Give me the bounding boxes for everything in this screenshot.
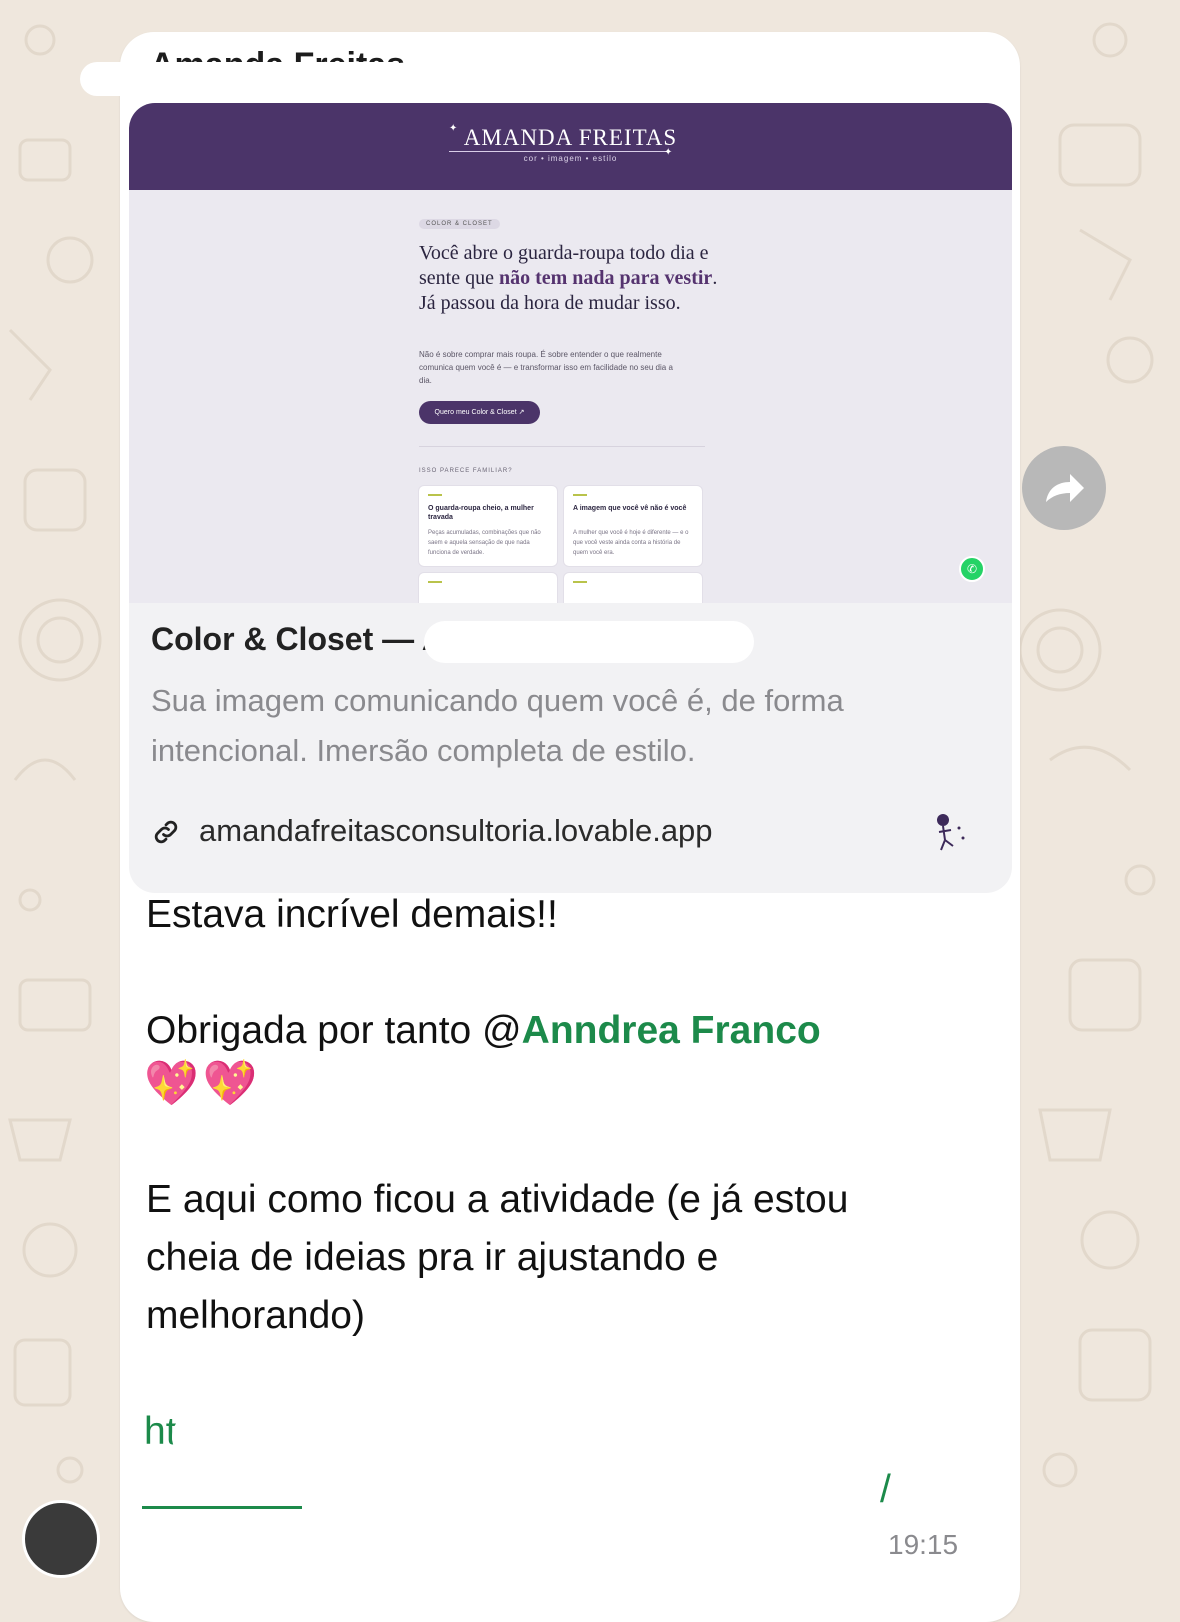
forward-icon xyxy=(1046,474,1084,502)
site-section-label: ISSO PARECE FAMILIAR? xyxy=(419,468,513,474)
message-line: Estava incrível demais!! xyxy=(146,893,558,936)
whatsapp-icon: ✆ xyxy=(959,556,985,582)
card-accent xyxy=(428,494,442,496)
link-icon xyxy=(154,820,178,844)
card-title: O guarda-roupa cheio, a mulher travada xyxy=(428,505,534,521)
site-card xyxy=(419,573,557,603)
link-underline xyxy=(142,1506,302,1509)
avatar[interactable] xyxy=(22,1500,100,1578)
site-pill-badge: COLOR & CLOSET xyxy=(419,219,500,229)
link-preview-description: Sua imagem comunicando quem você é, de f… xyxy=(151,683,844,768)
site-cta-button: Quero meu Color & Closet ↗ xyxy=(419,401,540,424)
sparkle-icon: ✦ xyxy=(449,123,458,134)
card-title: A imagem que você vê não é você xyxy=(573,505,687,512)
site-tagline: cor • imagem • estilo xyxy=(523,154,618,163)
redaction-mark xyxy=(424,621,754,663)
site-card: A imagem que você vê não é você A mulher… xyxy=(564,486,702,566)
message-line: E aqui como ficou a atividade (e já esto… xyxy=(146,1178,849,1221)
forward-button[interactable] xyxy=(1022,446,1106,530)
site-card xyxy=(564,573,702,603)
link-preview-card[interactable]: AMANDA FREITAS cor • imagem • estilo ✦ ✦… xyxy=(129,103,1012,893)
message-bubble[interactable]: Amanda Freitas AMANDA FREITAS cor • imag… xyxy=(80,32,1020,1622)
card-text: Peças acumuladas, combinações que não sa… xyxy=(428,530,541,556)
sparkle-icon: ✦ xyxy=(664,147,673,158)
message-text: Obrigada por tanto @ xyxy=(146,1009,522,1052)
heart-emoji: 💖💖 xyxy=(144,1059,262,1108)
redaction-mark xyxy=(80,62,410,96)
site-logo: AMANDA FREITAS xyxy=(463,125,678,150)
card-text: A mulher que você é hoje é diferente — e… xyxy=(573,530,689,556)
site-hero-heading: Você abre o guarda-roupa todo dia e sent… xyxy=(419,241,719,316)
site-hero-subtext: Não é sobre comprar mais roupa. É sobre … xyxy=(419,350,673,385)
favicon-icon xyxy=(937,814,965,851)
site-card: O guarda-roupa cheio, a mulher travada P… xyxy=(419,486,557,566)
site-header: AMANDA FREITAS cor • imagem • estilo ✦ ✦ xyxy=(129,103,1012,190)
message-line: Obrigada por tanto @Anndrea Franco xyxy=(146,1002,821,1060)
card-accent xyxy=(573,581,587,583)
site-divider xyxy=(419,446,705,447)
link-preview-thumbnail[interactable]: AMANDA FREITAS cor • imagem • estilo ✦ ✦… xyxy=(129,103,1012,603)
card-accent xyxy=(573,494,587,496)
card-accent xyxy=(428,581,442,583)
message-time: 19:15 xyxy=(888,1529,959,1560)
redaction-mark xyxy=(172,1412,292,1462)
message-line: melhorando) xyxy=(146,1294,365,1337)
message-line: cheia de ideias pra ir ajustando e xyxy=(146,1236,719,1279)
message-link[interactable]: / xyxy=(880,1468,891,1512)
hero-emphasis: não tem nada para vestir xyxy=(498,267,713,289)
mention-link[interactable]: Anndrea Franco xyxy=(522,1009,821,1052)
logo-underline xyxy=(449,151,669,152)
link-preview-url[interactable]: amandafreitasconsultoria.lovable.app xyxy=(199,813,713,849)
